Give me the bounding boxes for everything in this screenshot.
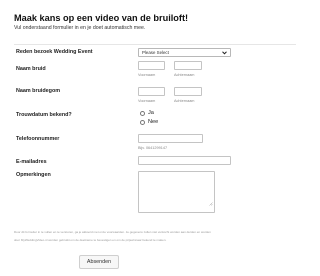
groom-first-sublabel: Voornaam [138, 99, 156, 103]
groom-last-name-input[interactable] [174, 87, 202, 96]
bride-last-name-input[interactable] [174, 61, 202, 70]
radio-label-ja: Ja [148, 110, 154, 116]
submit-button[interactable]: Absenden [79, 255, 119, 269]
header-divider [14, 44, 296, 45]
disclaimer-line-1: Door dit formulier in te vullen en te ve… [14, 230, 211, 234]
date-known-label: Trouwdatum bekend? [16, 112, 72, 118]
bride-label: Naam bruid [16, 66, 46, 72]
page-subtitle: Vul onderstaand formulier in en je doet … [14, 25, 146, 31]
radio-option-ja[interactable]: Ja [140, 110, 154, 116]
event-select-value: Please Select [142, 50, 169, 55]
groom-first-name-input[interactable] [138, 87, 165, 96]
event-label: Reden bezoek Wedding Event [16, 49, 93, 55]
bride-last-sublabel: Achternaam [174, 73, 195, 77]
radio-nee[interactable] [140, 119, 145, 125]
phone-input[interactable] [138, 134, 203, 143]
groom-last-sublabel: Achternaam [174, 99, 195, 103]
groom-label: Naam bruidegom [16, 88, 61, 94]
chevron-down-icon [221, 49, 227, 56]
resize-handle-icon[interactable] [209, 193, 213, 211]
remarks-label: Opmerkingen [16, 172, 51, 178]
bride-first-name-input[interactable] [138, 61, 165, 70]
phone-hint: Bijv. 0641299147 [138, 146, 168, 150]
bride-first-sublabel: Voornaam [138, 73, 156, 77]
radio-label-nee: Nee [148, 119, 159, 125]
phone-label: Telefoonnummer [16, 136, 60, 142]
email-input[interactable] [138, 156, 231, 165]
radio-option-nee[interactable]: Nee [140, 119, 158, 125]
page-title: Maak kans op een video van de bruiloft! [14, 13, 189, 23]
event-select[interactable]: Please Select [138, 48, 231, 57]
email-label: E-mailadres [16, 159, 47, 165]
disclaimer-line-2: door MyWeddingVideo.nl worden gebruikt o… [14, 238, 167, 242]
radio-ja[interactable] [140, 110, 145, 116]
remarks-textarea[interactable] [138, 171, 215, 213]
